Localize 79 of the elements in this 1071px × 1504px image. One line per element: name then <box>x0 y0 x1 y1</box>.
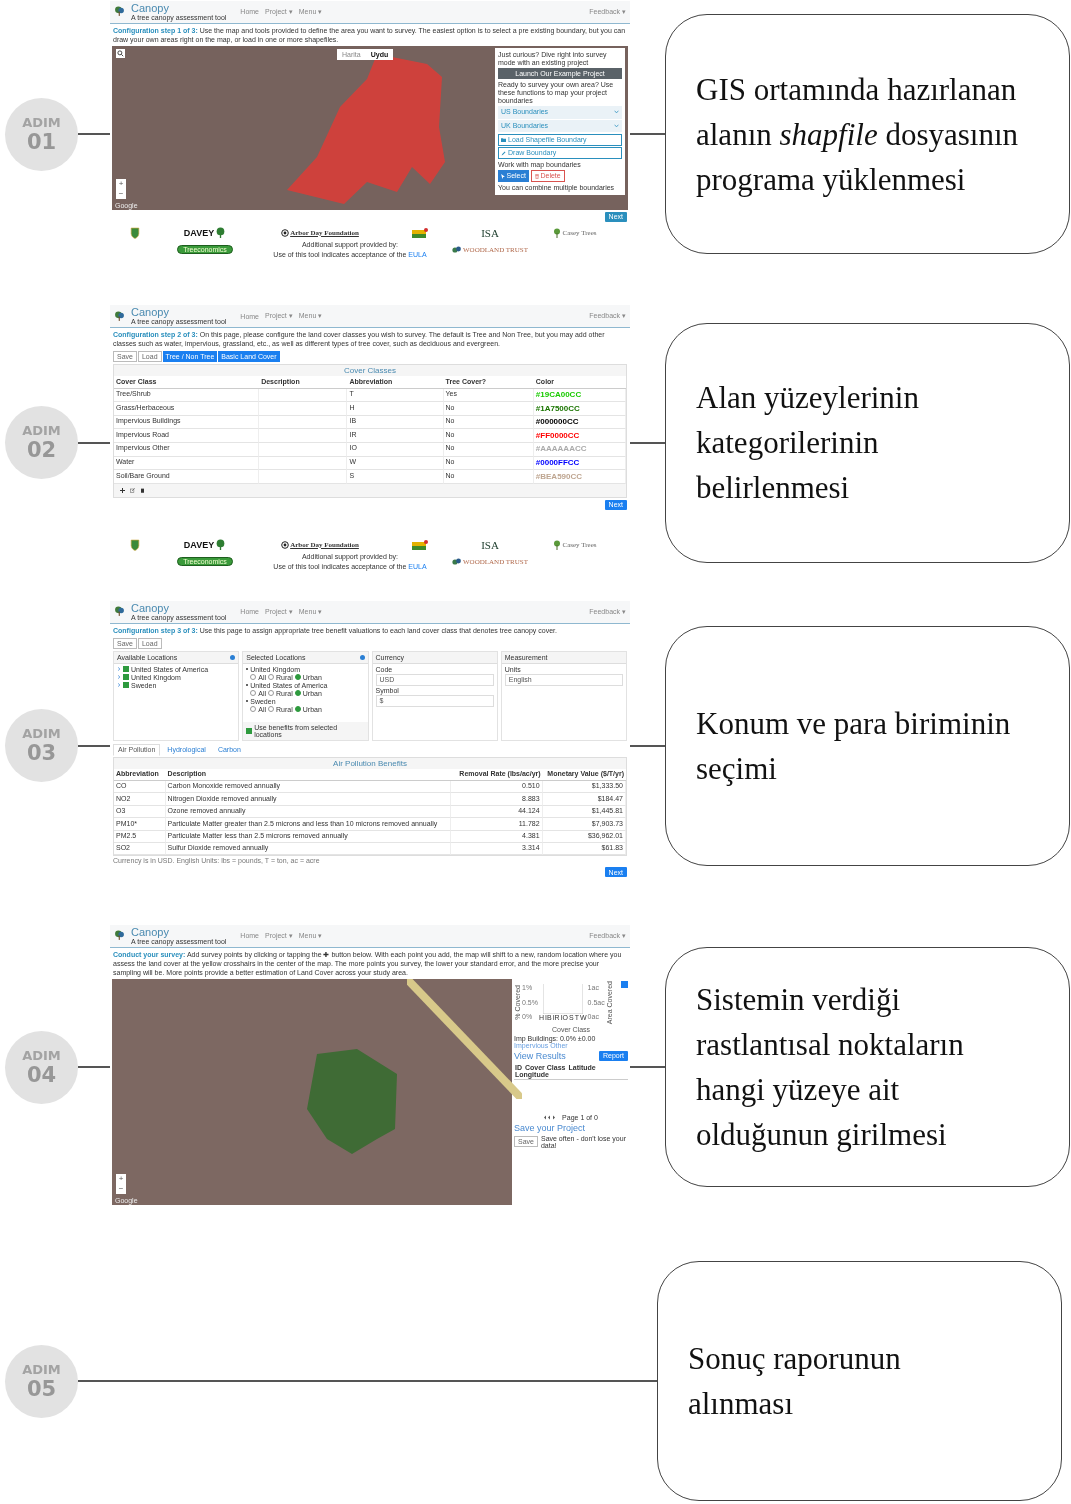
area-type-radio[interactable] <box>268 706 275 713</box>
table-title: Cover Classes <box>343 365 397 377</box>
step-description: Konum ve para biriminin seçimi <box>696 704 1011 788</box>
zoom-button[interactable]: − <box>116 188 126 199</box>
zoom-button[interactable]: + <box>116 178 126 189</box>
leaf-logo-icon <box>452 245 462 254</box>
area-type-radio[interactable] <box>250 706 257 713</box>
tree-logo-icon <box>114 606 125 617</box>
color-code: #0000FFCC <box>535 458 580 468</box>
table-title: Air Pollution Benefits <box>332 757 408 769</box>
help-icon[interactable] <box>230 654 236 660</box>
step-badge: ADIM 02 <box>5 406 78 479</box>
brand-name[interactable]: Canopy <box>131 2 227 14</box>
chart-axes-icon <box>542 983 583 1014</box>
area-type-radio[interactable] <box>250 690 257 697</box>
zoom-button[interactable]: − <box>116 1183 126 1194</box>
expand-button[interactable] <box>621 980 628 988</box>
location-checkbox[interactable] <box>123 682 129 689</box>
color-code: #1A7500CC <box>535 403 580 413</box>
step-description: Sonuç raporunun alınması <box>688 1340 901 1423</box>
sponsor-logo-icon <box>412 227 428 238</box>
section-title: Save your Project <box>514 1123 587 1133</box>
color-code: #AAAAAACC <box>535 444 587 454</box>
shield-logo-icon <box>130 226 140 239</box>
tree-logo-icon <box>553 227 562 238</box>
chevron-down-icon <box>614 124 619 129</box>
color-code: #FF0000CC <box>535 430 580 440</box>
area-type-radio[interactable] <box>268 674 275 681</box>
sponsor-logo-text: DAVEY <box>183 227 215 238</box>
sponsor-logo-text: DAVEY <box>183 539 215 550</box>
area-type-radio[interactable] <box>294 674 301 681</box>
color-code: #BEA590CC <box>535 471 583 481</box>
bullet-icon <box>246 684 249 687</box>
step-badge: ADIM 03 <box>5 709 78 782</box>
area-type-radio[interactable] <box>268 690 275 697</box>
brand-name[interactable]: Canopy <box>131 926 227 938</box>
step-badge: ADIM 05 <box>5 1344 78 1418</box>
chevron-down-icon <box>614 110 619 115</box>
sponsor-logo-text: ISA <box>481 538 499 551</box>
pointer-icon <box>501 173 505 179</box>
area-type-radio[interactable] <box>294 690 301 697</box>
color-code: #19CA00CC <box>535 390 582 400</box>
edit-icon[interactable] <box>130 487 135 493</box>
trash-icon <box>534 173 539 179</box>
tree-logo-icon <box>553 539 562 550</box>
sponsor-logo-text: ISA <box>481 226 499 239</box>
zoom-button[interactable]: + <box>116 1173 126 1184</box>
step-badge: ADIM 01 <box>5 97 78 171</box>
location-checkbox[interactable] <box>123 674 129 681</box>
tree-logo-icon <box>114 310 125 322</box>
search-icon[interactable] <box>116 48 125 58</box>
leaf-logo-icon <box>452 557 462 566</box>
ring-logo-icon <box>281 540 290 549</box>
tree-logo-icon <box>114 6 125 17</box>
bullet-icon <box>246 668 249 671</box>
tree-logo-icon <box>215 227 227 239</box>
tree-logo-icon <box>215 539 227 551</box>
step-description: Alan yüzeylerinin kategorilerinin belirlenmesi <box>696 379 919 507</box>
trash-icon[interactable] <box>140 487 145 493</box>
area-type-radio[interactable] <box>294 706 301 713</box>
brand-name[interactable]: Canopy <box>131 602 227 614</box>
folder-icon <box>501 137 506 142</box>
brand-name[interactable]: Canopy <box>131 307 227 318</box>
tree-logo-icon <box>114 930 125 941</box>
pencil-icon <box>501 150 506 156</box>
section-title: View Results <box>514 1051 566 1061</box>
ring-logo-icon <box>281 228 290 237</box>
sponsor-logo-icon <box>412 539 428 550</box>
step-description: Sistemin verdiği rastlantısal noktaların hangi yüzeye ait olduğunun girilmesi <box>696 981 964 1154</box>
bullet-icon <box>246 700 249 703</box>
plus-icon[interactable] <box>120 487 125 493</box>
step-badge: ADIM 04 <box>5 1030 78 1104</box>
shield-logo-icon <box>130 538 140 551</box>
color-code: #000000CC <box>535 417 579 427</box>
help-icon[interactable] <box>359 654 365 660</box>
step-description: GIS ortamında hazırlanan alanın shapfile dosyasının programa yüklenmesi <box>696 70 1019 199</box>
area-type-radio[interactable] <box>250 674 257 681</box>
location-checkbox[interactable] <box>123 666 129 673</box>
use-benefits-checkbox[interactable] <box>246 727 253 734</box>
